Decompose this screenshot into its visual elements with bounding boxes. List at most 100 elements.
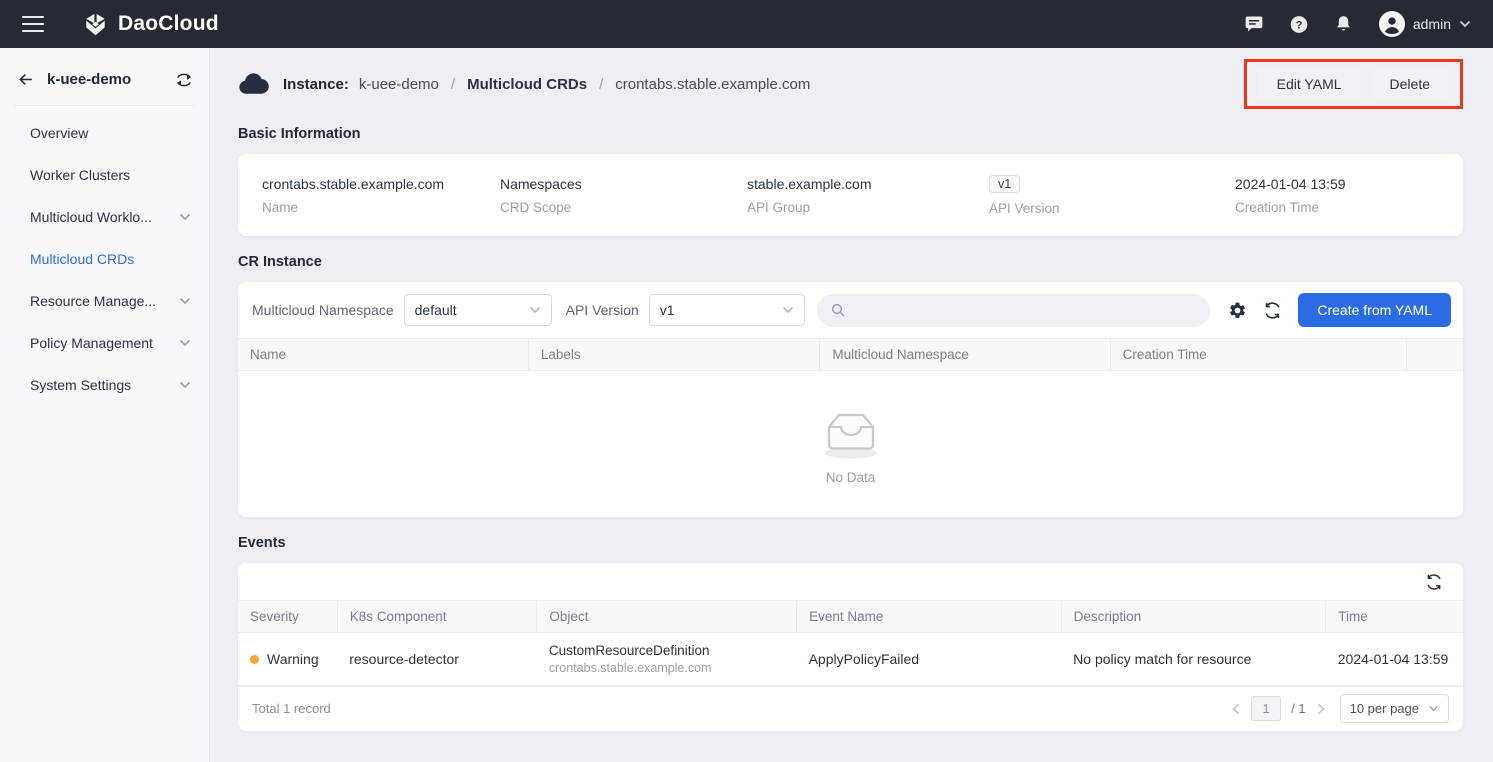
field-api-group: stable.example.com API Group: [747, 176, 989, 215]
edit-yaml-button[interactable]: Edit YAML: [1258, 68, 1361, 100]
breadcrumb-separator: /: [451, 76, 455, 93]
time-cell: 2024-01-04 13:59: [1326, 633, 1463, 686]
notification-bell-icon[interactable]: [1334, 14, 1354, 34]
field-name: crontabs.stable.example.com Name: [262, 176, 500, 215]
message-icon[interactable]: [1244, 14, 1264, 34]
breadcrumb: Instance: k-uee-demo / Multicloud CRDs /…: [238, 72, 810, 96]
object-cell: CustomResourceDefinition crontabs.stable…: [537, 633, 797, 686]
brand: DaoCloud: [82, 11, 219, 38]
cr-instance-title: CR Instance: [238, 254, 1463, 270]
total-records: Total 1 record: [252, 701, 331, 716]
namespace-filter-label: Multicloud Namespace: [252, 302, 394, 318]
api-version-select[interactable]: v1: [649, 294, 805, 326]
user-menu[interactable]: admin: [1379, 11, 1471, 37]
sidebar-instance-name: k-uee-demo: [47, 71, 163, 88]
chevron-down-icon: [1459, 20, 1471, 28]
avatar: [1379, 11, 1405, 37]
cr-filter-row: Multicloud Namespace default API Version…: [238, 282, 1463, 338]
col-description[interactable]: Description: [1061, 601, 1326, 633]
chevron-down-icon: [179, 297, 191, 305]
sidebar-item-policy-management[interactable]: Policy Management: [0, 322, 209, 364]
chevron-down-icon: [179, 339, 191, 347]
sidebar-item-worker-clusters[interactable]: Worker Clusters: [0, 154, 209, 196]
delete-button[interactable]: Delete: [1371, 68, 1449, 100]
col-object[interactable]: Object: [537, 601, 797, 633]
field-creation-time: 2024-01-04 13:59 Creation Time: [1235, 176, 1346, 215]
page-size-select[interactable]: 10 per page: [1340, 694, 1449, 723]
breadcrumb-item-current: crontabs.stable.example.com: [615, 76, 810, 93]
col-name[interactable]: Name: [238, 339, 528, 371]
main-content: Instance: k-uee-demo / Multicloud CRDs /…: [210, 48, 1493, 762]
no-data-inbox-icon: [814, 404, 888, 462]
cr-instance-card: Multicloud Namespace default API Version…: [238, 282, 1463, 517]
events-footer: Total 1 record / 1 10 per page: [238, 686, 1463, 731]
field-crd-scope: Namespaces CRD Scope: [500, 176, 747, 215]
component-cell: resource-detector: [337, 633, 537, 686]
topbar: DaoCloud ? admin: [0, 0, 1493, 48]
events-header-row: Severity K8s Component Object Event Name…: [238, 601, 1463, 633]
annotation-highlight-box: Edit YAML Delete: [1244, 59, 1463, 109]
prev-page-icon[interactable]: [1231, 703, 1241, 715]
api-version-filter-label: API Version: [566, 302, 639, 318]
username: admin: [1413, 16, 1451, 32]
col-time[interactable]: Time: [1326, 601, 1463, 633]
settings-gear-icon[interactable]: [1228, 301, 1247, 320]
description-cell: No policy match for resource: [1061, 633, 1326, 686]
events-title: Events: [238, 535, 1463, 551]
events-card: Severity K8s Component Object Event Name…: [238, 563, 1463, 731]
breadcrumb-separator: /: [599, 76, 603, 93]
col-event-name[interactable]: Event Name: [797, 601, 1062, 633]
no-data-text: No Data: [826, 470, 876, 485]
back-arrow-icon[interactable]: [16, 70, 35, 89]
cloud-instance-icon: [238, 72, 269, 96]
pagination: / 1 10 per page: [1231, 694, 1449, 723]
chevron-down-icon: [1428, 705, 1439, 712]
hamburger-menu-icon[interactable]: [22, 16, 44, 32]
sidebar: k-uee-demo Overview Worker Clusters Mult…: [0, 48, 210, 762]
sidebar-divider: [14, 105, 195, 106]
chevron-down-icon: [179, 381, 191, 389]
sidebar-item-resource-management[interactable]: Resource Manage...: [0, 280, 209, 322]
empty-state: No Data: [238, 371, 1463, 517]
create-from-yaml-button[interactable]: Create from YAML: [1298, 293, 1451, 327]
namespace-select[interactable]: default: [404, 294, 552, 326]
col-k8s-component[interactable]: K8s Component: [337, 601, 537, 633]
help-icon[interactable]: ?: [1289, 14, 1309, 34]
search-input[interactable]: [817, 294, 1211, 327]
breadcrumb-item-multicloud-crds[interactable]: Multicloud CRDs: [467, 76, 587, 93]
events-table: Severity K8s Component Object Event Name…: [238, 600, 1463, 686]
breadcrumb-prefix: Instance:: [283, 76, 349, 93]
page-input[interactable]: [1251, 696, 1281, 721]
chevron-down-icon: [529, 306, 541, 314]
events-toolbar: [238, 563, 1463, 600]
sidebar-item-overview[interactable]: Overview: [0, 112, 209, 154]
col-severity[interactable]: Severity: [238, 601, 337, 633]
event-name-cell: ApplyPolicyFailed: [797, 633, 1062, 686]
search-icon: [830, 302, 846, 318]
cr-toolbar-icons: [1228, 301, 1282, 320]
basic-information-title: Basic Information: [238, 126, 1463, 142]
col-creation-time[interactable]: Creation Time: [1110, 339, 1406, 371]
breadcrumb-item-instance[interactable]: k-uee-demo: [359, 76, 439, 93]
app-window: DaoCloud ? admin: [0, 0, 1493, 762]
svg-text:?: ?: [1296, 19, 1303, 31]
severity-cell: Warning: [250, 651, 325, 667]
chevron-down-icon: [179, 213, 191, 221]
brand-name: DaoCloud: [118, 12, 219, 36]
chevron-down-icon: [782, 306, 794, 314]
field-api-version: v1 API Version: [989, 175, 1235, 216]
switch-instance-icon[interactable]: [175, 71, 193, 89]
event-row: Warning resource-detector CustomResource…: [238, 633, 1463, 686]
refresh-icon[interactable]: [1263, 301, 1282, 320]
next-page-icon[interactable]: [1316, 703, 1326, 715]
cr-instance-table: Name Labels Multicloud Namespace Creatio…: [238, 338, 1463, 371]
events-refresh-icon[interactable]: [1425, 573, 1443, 591]
col-multicloud-namespace[interactable]: Multicloud Namespace: [820, 339, 1110, 371]
col-labels[interactable]: Labels: [528, 339, 820, 371]
sidebar-item-multicloud-crds[interactable]: Multicloud CRDs: [0, 238, 209, 280]
sidebar-item-multicloud-workloads[interactable]: Multicloud Worklo...: [0, 196, 209, 238]
page-count: / 1: [1291, 701, 1305, 716]
cr-table-header-row: Name Labels Multicloud Namespace Creatio…: [238, 339, 1463, 371]
basic-information-card: crontabs.stable.example.com Name Namespa…: [238, 154, 1463, 236]
sidebar-item-system-settings[interactable]: System Settings: [0, 364, 209, 406]
